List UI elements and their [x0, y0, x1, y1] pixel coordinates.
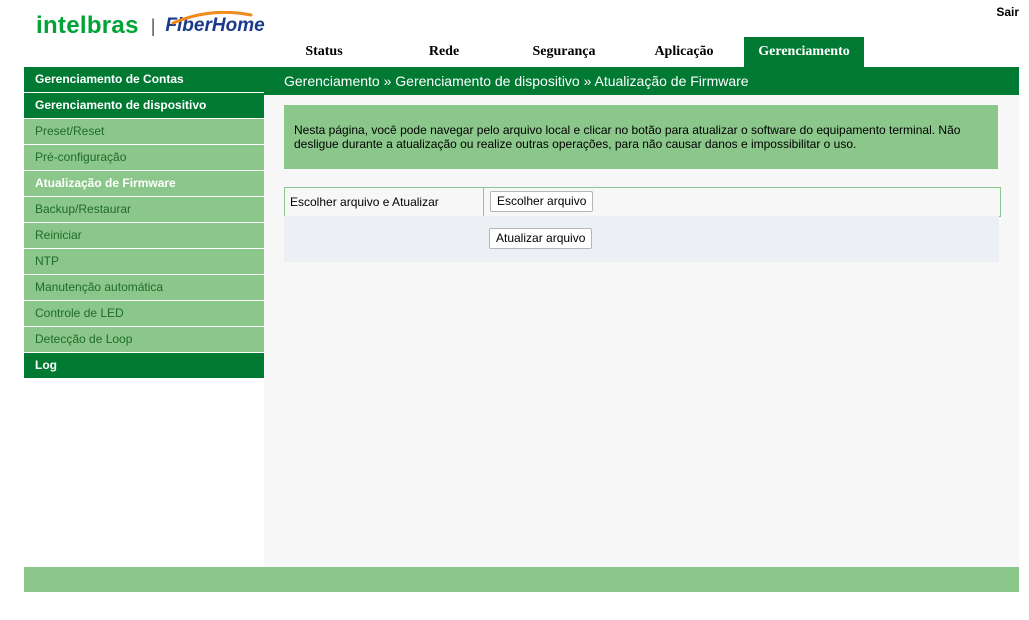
- sidebar-item-gerenciamento-dispositivo[interactable]: Gerenciamento de dispositivo: [24, 93, 264, 119]
- sidebar-item-gerenciamento-contas[interactable]: Gerenciamento de Contas: [24, 67, 264, 93]
- sidebar: Gerenciamento de Contas Gerenciamento de…: [24, 67, 264, 379]
- file-upload-label: Escolher arquivo e Atualizar: [285, 188, 484, 216]
- breadcrumb: Gerenciamento » Gerenciamento de disposi…: [284, 73, 749, 89]
- sidebar-item-log[interactable]: Log: [24, 353, 264, 379]
- sidebar-item-atualizacao-firmware[interactable]: Atualização de Firmware: [24, 171, 264, 197]
- logo-separator: |: [150, 15, 156, 36]
- sidebar-item-ntp[interactable]: NTP: [24, 249, 264, 275]
- sidebar-item-backup-restaurar[interactable]: Backup/Restaurar: [24, 197, 264, 223]
- fiberhome-swoosh-icon: [171, 11, 253, 25]
- logout-link[interactable]: Sair: [996, 5, 1019, 19]
- brand-logo: intelbras | FiberHome: [36, 8, 265, 44]
- main-content: Nesta página, você pode navegar pelo arq…: [264, 95, 1019, 567]
- sidebar-item-reiniciar[interactable]: Reiniciar: [24, 223, 264, 249]
- tab-aplicacao[interactable]: Aplicação: [624, 37, 744, 67]
- tab-status[interactable]: Status: [264, 37, 384, 67]
- update-file-button[interactable]: Atualizar arquivo: [489, 228, 593, 249]
- sidebar-item-preset-reset[interactable]: Preset/Reset: [24, 119, 264, 145]
- update-row: Atualizar arquivo: [284, 216, 999, 262]
- intelbras-logo: intelbras: [36, 12, 139, 39]
- tab-seguranca[interactable]: Segurança: [504, 37, 624, 67]
- sidebar-item-manutencao-automatica[interactable]: Manutenção automática: [24, 275, 264, 301]
- sidebar-item-controle-led[interactable]: Controle de LED: [24, 301, 264, 327]
- choose-file-button[interactable]: Escolher arquivo: [490, 191, 594, 212]
- sidebar-item-deteccao-loop[interactable]: Detecção de Loop: [24, 327, 264, 353]
- tab-gerenciamento[interactable]: Gerenciamento: [744, 37, 864, 67]
- tab-rede[interactable]: Rede: [384, 37, 504, 67]
- sidebar-item-pre-configuracao[interactable]: Pré-configuração: [24, 145, 264, 171]
- file-upload-row: Escolher arquivo e Atualizar Escolher ar…: [284, 187, 1001, 217]
- info-message: Nesta página, você pode navegar pelo arq…: [284, 105, 998, 169]
- footer-bar: [24, 567, 1019, 592]
- fiberhome-logo: FiberHome: [165, 11, 265, 37]
